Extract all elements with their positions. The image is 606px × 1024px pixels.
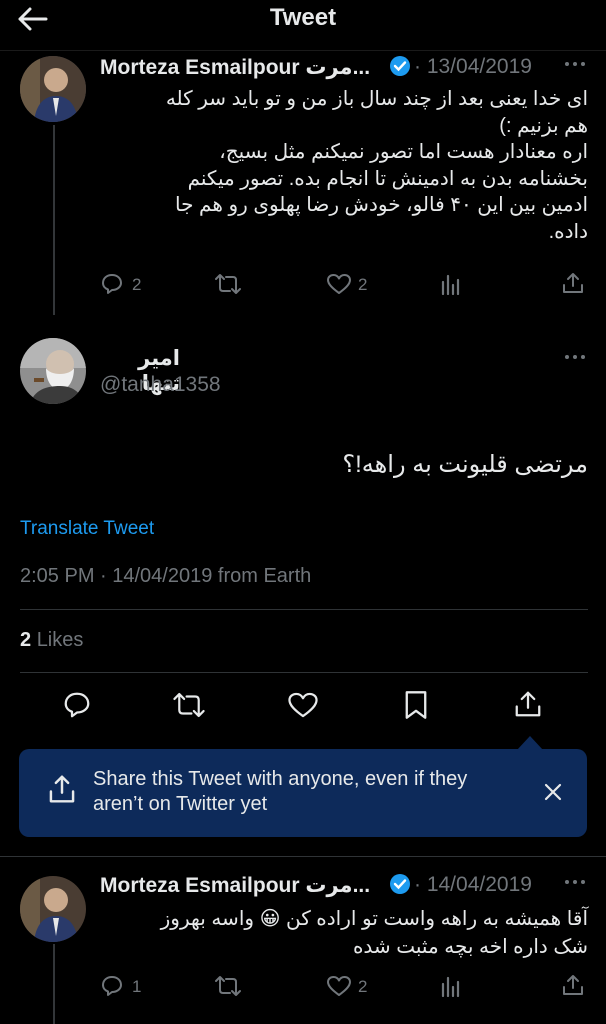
reply-icon[interactable] xyxy=(100,974,124,998)
like-icon[interactable] xyxy=(326,272,352,296)
like-count: 2 xyxy=(358,977,368,996)
translate-link[interactable]: Translate Tweet xyxy=(20,518,154,540)
like-icon[interactable] xyxy=(326,974,352,998)
likes-count: 2 xyxy=(20,629,32,651)
retweet-icon[interactable] xyxy=(172,690,206,720)
share-icon xyxy=(47,773,77,805)
author-name[interactable]: Morteza Esmailpour مرت... xyxy=(100,873,370,898)
divider xyxy=(0,856,606,857)
tweet-date-value: 14/04/2019 xyxy=(426,873,532,896)
avatar[interactable] xyxy=(20,56,86,122)
more-options-icon[interactable] xyxy=(564,353,586,361)
tweet-text: ای خدا یعنی بعد از چند سال باز من و تو ب… xyxy=(100,86,588,245)
likes-label: Likes xyxy=(36,629,84,651)
likes-stat[interactable]: 2 Likes xyxy=(20,629,83,652)
tooltip-text: Share this Tweet with anyone, even if th… xyxy=(93,767,467,817)
share-icon[interactable] xyxy=(561,271,585,295)
reply-icon[interactable] xyxy=(100,272,124,296)
handle[interactable]: @tanha1358 xyxy=(100,373,221,397)
page-title: Tweet xyxy=(269,4,337,31)
author-name[interactable]: Morteza Esmailpour مرت... xyxy=(100,55,370,80)
retweet-icon[interactable] xyxy=(214,974,242,998)
more-options-icon[interactable] xyxy=(564,878,586,886)
tweet-text-line: ای خدا یعنی بعد از چند سال باز من و تو ب… xyxy=(165,88,588,110)
thread-connector xyxy=(53,125,55,315)
thread-connector xyxy=(53,944,55,1024)
avatar[interactable] xyxy=(20,876,86,942)
reply-count: 1 xyxy=(132,977,142,996)
tweet-date-value: 13/04/2019 xyxy=(426,55,532,78)
share-tooltip: Share this Tweet with anyone, even if th… xyxy=(19,749,587,837)
divider xyxy=(20,609,588,610)
tweet-text: مرتضی قلیونت به راهه!؟ xyxy=(342,451,588,478)
close-icon[interactable] xyxy=(544,783,562,801)
tooltip-pointer xyxy=(517,736,543,750)
share-icon[interactable] xyxy=(513,689,543,719)
reply-count: 2 xyxy=(132,275,142,294)
more-options-icon[interactable] xyxy=(564,60,586,68)
tweet-text-line: ادمین بین این ۴۰ فالو، خودش رضا پهلوی رو… xyxy=(175,194,588,216)
tooltip-line: Share this Tweet with anyone, even if th… xyxy=(93,768,468,790)
tweet-text-line: اره معنادار هست اما تصور نمیکنم مثل بسیج… xyxy=(219,141,588,163)
like-count: 2 xyxy=(358,275,368,294)
share-icon[interactable] xyxy=(561,973,585,997)
retweet-icon[interactable] xyxy=(214,272,242,296)
tweet-date: · 14/04/2019 xyxy=(414,873,532,896)
like-icon[interactable] xyxy=(287,690,319,720)
tweet-text-line: شک داره اخه بچه مثبت شده xyxy=(352,936,588,958)
reply-icon[interactable] xyxy=(62,690,92,720)
verified-badge-icon xyxy=(389,55,411,77)
timestamp: 2:05 PM · 14/04/2019 from Earth xyxy=(20,565,312,587)
verified-badge-icon xyxy=(389,873,411,895)
analytics-icon[interactable] xyxy=(440,273,462,295)
divider xyxy=(20,672,588,673)
tooltip-line: aren’t on Twitter yet xyxy=(93,793,268,815)
tweet-date: · 13/04/2019 xyxy=(414,55,532,78)
tweet-text-line: داده. xyxy=(548,220,588,243)
bookmark-icon[interactable] xyxy=(403,690,429,720)
tweet-text-line: آقا همیشه به راهه واست تو اراده کن 😀 واس… xyxy=(160,908,588,930)
tweet-text-line: بخشنامه بدن به ادمینش تا انجام بده. تصور… xyxy=(187,167,588,190)
top-bar: Tweet xyxy=(0,0,606,51)
tweet-text: آقا همیشه به راهه واست تو اراده کن 😀 واس… xyxy=(100,905,588,961)
avatar[interactable] xyxy=(20,338,86,404)
analytics-icon[interactable] xyxy=(440,975,462,997)
tweet-text-line: هم بزنیم :) xyxy=(499,114,588,137)
